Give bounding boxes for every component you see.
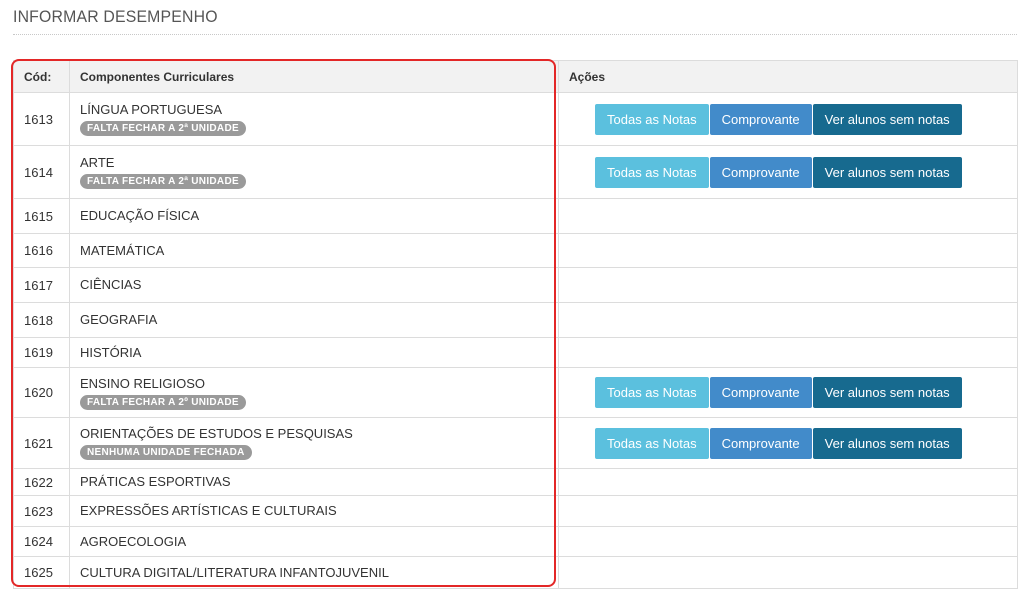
students-without-grades-button[interactable]: Ver alunos sem notas [812, 377, 962, 408]
actions-cell [558, 468, 1018, 496]
actions-cell [558, 233, 1018, 268]
status-badge: FALTA FECHAR A 2º UNIDADE [80, 394, 246, 410]
component-cell: EXPRESSÕES ARTÍSTICAS E CULTURAIS [69, 495, 559, 527]
all-grades-button[interactable]: Todas as Notas [595, 427, 709, 459]
component-code: 1625 [13, 556, 70, 589]
curricular-components-table: Cód: Componentes Curriculares Ações 1613… [13, 60, 1018, 589]
table-row: 1617 CIÊNCIAS [13, 267, 1018, 303]
actions-cell: Todas as Notas Comprovante Ver alunos sem … [558, 417, 1018, 469]
component-name: ENSINO RELIGIOSO [80, 375, 205, 391]
table-row: 1621 ORIENTAÇÕES DE ESTUDOS E PESQUISAS NE… [13, 417, 1018, 469]
table-row: 1624 AGROECOLOGIA [13, 526, 1018, 557]
page-title: INFORMAR DESEMPENHO [13, 7, 218, 26]
component-name: AGROECOLOGIA [80, 533, 187, 549]
receipt-button[interactable]: Comprovante [709, 103, 812, 135]
table-row: 1623 EXPRESSÕES ARTÍSTICAS E CULTURAIS [13, 495, 1018, 527]
component-cell: PRÁTICAS ESPORTIVAS [69, 468, 559, 496]
component-cell: AGROECOLOGIA [69, 526, 559, 557]
component-code: 1623 [13, 495, 70, 527]
component-code: 1614 [13, 145, 70, 199]
table-row: 1619 HISTÓRIA [13, 337, 1018, 368]
component-cell: LÍNGUA PORTUGUESA FALTA FECHAR A 2ª UNIDA… [69, 92, 559, 146]
component-code: 1616 [13, 233, 70, 268]
table-row: 1625 CULTURA DIGITAL/LITERATURA INFANTOJU… [13, 556, 1018, 589]
component-cell: CULTURA DIGITAL/LITERATURA INFANTOJUVENI… [69, 556, 559, 589]
table-row: 1613 LÍNGUA PORTUGUESA FALTA FECHAR A 2ª U… [13, 92, 1018, 146]
actions-cell: Todas as Notas Comprovante Ver alunos sem … [558, 367, 1018, 418]
all-grades-button[interactable]: Todas as Notas [595, 156, 709, 188]
actions-cell: Todas as Notas Comprovante Ver alunos sem … [558, 145, 1018, 199]
all-grades-button[interactable]: Todas as Notas [595, 377, 709, 408]
receipt-button[interactable]: Comprovante [709, 427, 812, 459]
table-row: 1620 ENSINO RELIGIOSO FALTA FECHAR A 2º UN… [13, 367, 1018, 418]
status-badge: FALTA FECHAR A 2ª UNIDADE [80, 121, 246, 136]
actions-cell: Todas as Notas Comprovante Ver alunos sem … [558, 92, 1018, 146]
header-component: Componentes Curriculares [69, 60, 559, 93]
table-header-row: Cód: Componentes Curriculares Ações [13, 60, 1018, 93]
component-code: 1621 [13, 417, 70, 469]
component-name: ORIENTAÇÕES DE ESTUDOS E PESQUISAS [80, 426, 353, 441]
component-code: 1615 [13, 198, 70, 234]
table-row: 1622 PRÁTICAS ESPORTIVAS [13, 468, 1018, 496]
students-without-grades-button[interactable]: Ver alunos sem notas [812, 427, 962, 459]
component-cell: CIÊNCIAS [69, 267, 559, 303]
header-code: Cód: [13, 60, 70, 93]
component-code: 1622 [13, 468, 70, 496]
component-code: 1624 [13, 526, 70, 557]
actions-cell [558, 495, 1018, 527]
component-code: 1613 [13, 92, 70, 146]
component-name: CULTURA DIGITAL/LITERATURA INFANTOJUVENI… [80, 564, 389, 580]
component-cell: ORIENTAÇÕES DE ESTUDOS E PESQUISAS NENHUM… [69, 417, 559, 469]
component-cell: HISTÓRIA [69, 337, 559, 368]
title-divider [13, 34, 1017, 35]
component-name: ARTE [80, 155, 115, 170]
actions-cell [558, 526, 1018, 557]
actions-cell [558, 337, 1018, 368]
table-row: 1614 ARTE FALTA FECHAR A 2ª UNIDADE Todas a… [13, 145, 1018, 199]
component-code: 1619 [13, 337, 70, 368]
receipt-button[interactable]: Comprovante [709, 377, 812, 408]
component-code: 1618 [13, 302, 70, 338]
component-cell: GEOGRAFIA [69, 302, 559, 338]
actions-cell [558, 267, 1018, 303]
component-cell: MATEMÁTICA [69, 233, 559, 268]
actions-cell [558, 198, 1018, 234]
actions-cell [558, 302, 1018, 338]
component-name: PRÁTICAS ESPORTIVAS [80, 474, 231, 489]
status-badge: FALTA FECHAR A 2ª UNIDADE [80, 174, 246, 189]
component-name: EXPRESSÕES ARTÍSTICAS E CULTURAIS [80, 503, 337, 518]
all-grades-button[interactable]: Todas as Notas [595, 103, 709, 135]
status-badge: NENHUMA UNIDADE FECHADA [80, 445, 252, 460]
component-cell: ARTE FALTA FECHAR A 2ª UNIDADE [69, 145, 559, 199]
component-code: 1617 [13, 267, 70, 303]
component-name: EDUCAÇÃO FÍSICA [80, 208, 200, 223]
component-name: HISTÓRIA [80, 344, 142, 360]
table-row: 1615 EDUCAÇÃO FÍSICA [13, 198, 1018, 234]
actions-cell [558, 556, 1018, 589]
component-cell: EDUCAÇÃO FÍSICA [69, 198, 559, 234]
component-name: MATEMÁTICA [80, 242, 165, 258]
receipt-button[interactable]: Comprovante [709, 156, 812, 188]
component-cell: ENSINO RELIGIOSO FALTA FECHAR A 2º UNIDAD… [69, 367, 559, 418]
students-without-grades-button[interactable]: Ver alunos sem notas [812, 103, 962, 135]
table-row: 1616 MATEMÁTICA [13, 233, 1018, 268]
table-row: 1618 GEOGRAFIA [13, 302, 1018, 338]
component-name: GEOGRAFIA [80, 312, 158, 327]
students-without-grades-button[interactable]: Ver alunos sem notas [812, 156, 962, 188]
component-code: 1620 [13, 367, 70, 418]
component-name: CIÊNCIAS [80, 277, 142, 292]
component-name: LÍNGUA PORTUGUESA [80, 102, 223, 117]
header-actions: Ações [558, 60, 1018, 93]
